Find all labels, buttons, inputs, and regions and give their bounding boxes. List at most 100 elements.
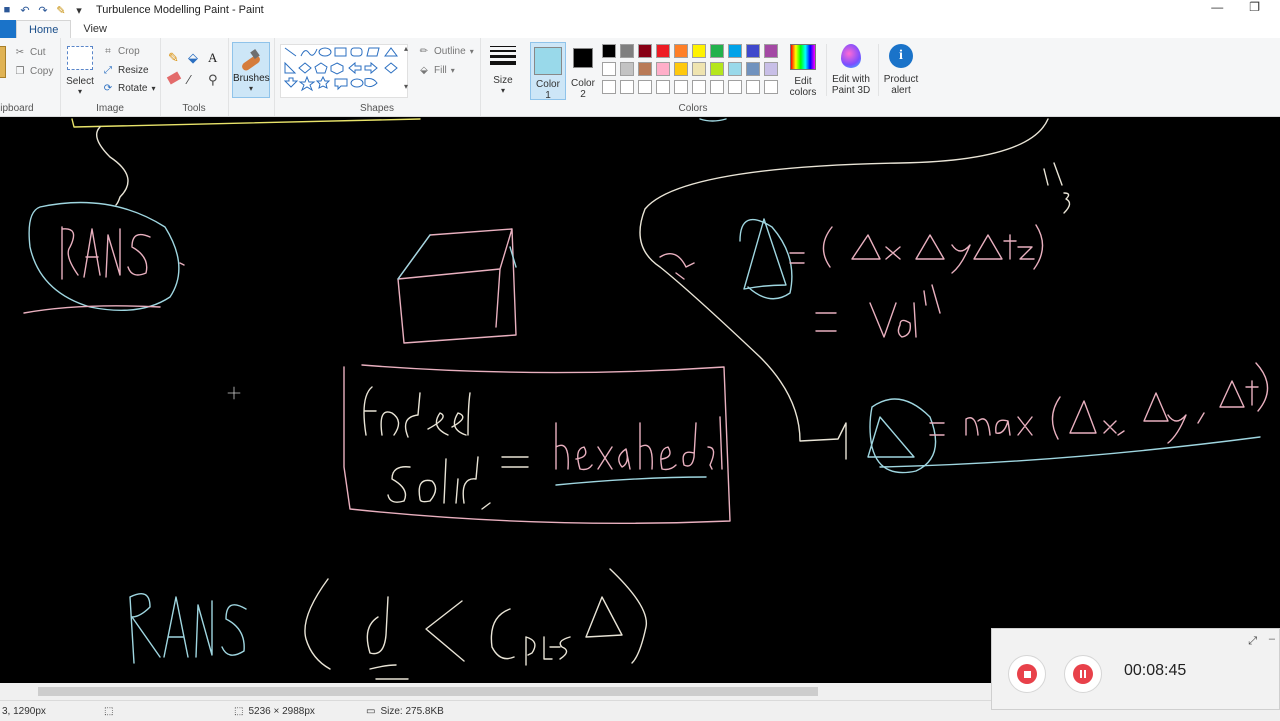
image-dimensions: ⬚ 5236 × 2988px [234, 706, 315, 717]
drawing-canvas[interactable] [0, 117, 1280, 683]
color-swatch[interactable] [620, 62, 634, 76]
color-swatch[interactable] [620, 80, 634, 94]
brushes-group: Brushes ▾ [228, 38, 275, 116]
color2-label: Color [571, 78, 595, 89]
color1-swatch [534, 47, 562, 75]
scissors-icon: ✂ [15, 46, 25, 58]
minimize-button[interactable]: — [1211, 0, 1223, 14]
color-swatch[interactable] [764, 44, 778, 58]
resize-icon: ⤢ [104, 64, 112, 76]
outline-icon: ✏ [419, 45, 429, 57]
text-tool-icon[interactable]: A [208, 50, 217, 66]
shapes-gallery[interactable] [280, 44, 408, 98]
color-swatch[interactable] [746, 80, 760, 94]
select-button[interactable]: Select ▾ [64, 46, 96, 96]
color-swatch[interactable] [674, 62, 688, 76]
color-swatch[interactable] [710, 44, 724, 58]
brushes-button[interactable]: Brushes ▾ [232, 42, 270, 98]
color2-swatch [573, 48, 593, 68]
redo-icon[interactable]: ↷ [36, 3, 50, 17]
color2-button[interactable]: Color 2 [566, 42, 600, 100]
file-size-text: Size: 275.8KB [380, 705, 444, 717]
product-alert-button[interactable]: i Product alert [878, 44, 923, 96]
tab-view[interactable]: View [71, 20, 119, 38]
info-icon: i [889, 44, 913, 68]
rotate-dropdown-icon: ▾ [151, 83, 156, 93]
color-swatch[interactable] [638, 80, 652, 94]
color1-label: Color [536, 79, 560, 90]
crop-button[interactable]: ⌗ Crop [102, 45, 140, 57]
recorder-close-icon[interactable]: – [1269, 633, 1275, 645]
recording-timer: 00:08:45 [1124, 662, 1187, 679]
color-swatch[interactable] [710, 62, 724, 76]
pencil-icon[interactable]: ✎ [168, 50, 179, 66]
stop-recording-button[interactable] [1008, 655, 1046, 693]
paint3d-label-1: Edit with [832, 74, 870, 85]
color1-button[interactable]: Color 1 [530, 42, 566, 101]
select-label: Select [66, 76, 94, 87]
color-swatch[interactable] [656, 44, 670, 58]
color-picker-icon[interactable]: ⁄ [188, 72, 190, 87]
fill-bucket-icon[interactable]: ⬙ [188, 50, 198, 66]
color-swatch[interactable] [602, 62, 616, 76]
shapes-more-icon[interactable]: ▾ [404, 82, 408, 91]
color-swatch[interactable] [656, 62, 670, 76]
select-icon [67, 46, 93, 70]
color-swatch[interactable] [692, 62, 706, 76]
color-swatch[interactable] [764, 80, 778, 94]
pause-recording-button[interactable] [1064, 655, 1102, 693]
image-group-label: Image [96, 103, 124, 114]
color-swatch[interactable] [602, 80, 616, 94]
copy-button[interactable]: ❐ Copy [14, 65, 54, 77]
resize-label: Resize [118, 64, 149, 76]
edit-colors-button[interactable]: Edit colors [786, 44, 820, 98]
cursor-position-text: 3, 1290px [2, 705, 46, 717]
color-swatch[interactable] [764, 62, 778, 76]
paste-icon[interactable] [0, 46, 6, 78]
size-lines-icon [490, 46, 516, 65]
pause-icon [1073, 664, 1093, 684]
customize-qa-icon[interactable]: ▾ [72, 3, 86, 17]
rotate-button[interactable]: ⟳ Rotate ▾ [102, 82, 156, 94]
color-swatch[interactable] [656, 80, 670, 94]
color-swatch[interactable] [728, 80, 742, 94]
crop-label: Crop [118, 45, 140, 57]
fill-button[interactable]: ⬙ Fill ▾ [418, 64, 455, 76]
eraser-icon[interactable] [166, 71, 182, 85]
color-swatch[interactable] [728, 44, 742, 58]
resize-button[interactable]: ⤢ Resize [102, 64, 149, 76]
color-swatch[interactable] [746, 44, 760, 58]
tools-group: ✎ ⬙ A ⁄ ⚲ Tools [160, 38, 229, 116]
edit-with-paint3d-button[interactable]: Edit with Paint 3D [826, 44, 875, 96]
color-swatch[interactable] [710, 80, 724, 94]
colors-palette: Colors [600, 38, 786, 116]
color-swatch[interactable] [602, 44, 616, 58]
color-swatch[interactable] [674, 80, 688, 94]
shapes-scroll-up-icon[interactable]: ▴ [404, 44, 408, 53]
cut-button[interactable]: ✂ Cut [14, 46, 46, 58]
save-icon[interactable]: ■ [0, 3, 14, 17]
image-group: Select ▾ ⌗ Crop ⤢ Resize ⟳ Rotate ▾ Imag… [60, 38, 161, 116]
scrollbar-thumb[interactable] [38, 687, 818, 696]
undo-icon[interactable]: ↶ [18, 3, 32, 17]
size-button[interactable]: Size ▾ [484, 44, 522, 95]
color-swatch[interactable] [728, 62, 742, 76]
copy-icon: ❐ [15, 65, 25, 77]
ribbon-tabs: Home View [0, 20, 1280, 38]
color-swatch[interactable] [638, 62, 652, 76]
rainbow-palette-icon [790, 44, 816, 70]
color-swatch[interactable] [620, 44, 634, 58]
color-swatch[interactable] [692, 80, 706, 94]
color-swatch[interactable] [638, 44, 652, 58]
file-tab[interactable] [0, 20, 16, 38]
color-swatch[interactable] [746, 62, 760, 76]
color-swatch[interactable] [674, 44, 688, 58]
outline-button[interactable]: ✏ Outline ▾ [418, 45, 474, 57]
restore-button[interactable]: ❐ [1249, 0, 1260, 14]
expand-icon[interactable]: ⤢ [1248, 635, 1257, 648]
magnifier-icon[interactable]: ⚲ [208, 72, 218, 88]
color-swatch[interactable] [692, 44, 706, 58]
clipboard-group-label: lipboard [0, 103, 34, 114]
tab-home[interactable]: Home [16, 20, 72, 38]
quick-access-toolbar: ■ ↶ ↷ ✎ ▾ [0, 3, 86, 17]
